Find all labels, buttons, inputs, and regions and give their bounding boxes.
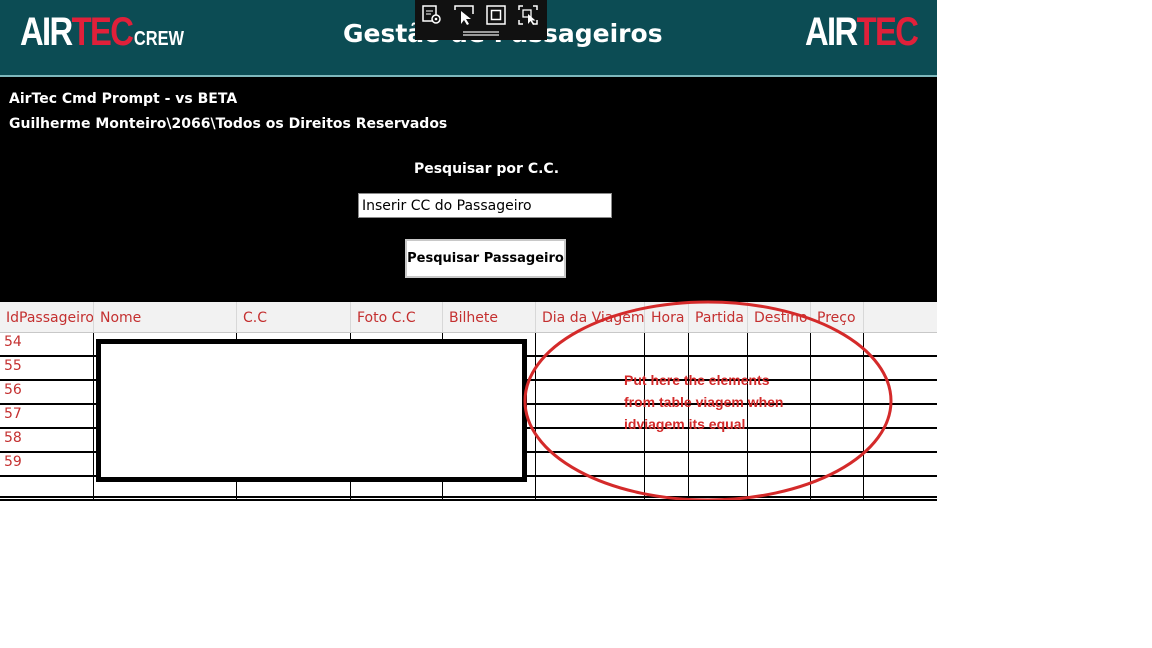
display-layout-icon[interactable] xyxy=(485,4,507,26)
app-window: AIRTECCREW Gestão de Passageiros AIRTEC … xyxy=(0,0,937,501)
column-header[interactable]: Preço xyxy=(811,302,864,332)
column-divider xyxy=(535,333,536,499)
header-bar: AIRTECCREW Gestão de Passageiros AIRTEC xyxy=(0,0,937,75)
column-header[interactable]: Destino xyxy=(748,302,811,332)
select-pointer-icon[interactable] xyxy=(453,4,475,26)
airtec-crew-logo: AIRTECCREW xyxy=(20,10,184,54)
debug-toolbar xyxy=(415,0,547,40)
passenger-id-cell: 59 xyxy=(4,454,22,470)
column-divider xyxy=(863,333,864,499)
column-header[interactable]: IdPassageiro xyxy=(0,302,94,332)
toolbar-grip[interactable] xyxy=(463,31,499,33)
airtec-logo: AIRTEC xyxy=(805,10,919,54)
column-header[interactable]: Foto C.C xyxy=(351,302,443,332)
search-passenger-button[interactable]: Pesquisar Passageiro xyxy=(405,239,566,278)
column-header[interactable]: Hora xyxy=(645,302,689,332)
passenger-id-cell: 54 xyxy=(4,334,22,350)
passenger-id-cell: 57 xyxy=(4,406,22,422)
annotation-note: Put here the elements from table viagem … xyxy=(624,369,834,435)
search-label: Pesquisar por C.C. xyxy=(413,161,560,177)
passenger-id-cell: 56 xyxy=(4,382,22,398)
redacted-area xyxy=(96,339,527,482)
select-element-icon[interactable] xyxy=(421,4,443,26)
grid-bottom-border xyxy=(0,496,937,498)
annotation-line: from table viagem when xyxy=(624,394,784,410)
annotation-line: idviagem its equal xyxy=(624,416,746,432)
column-header[interactable]: Partida xyxy=(689,302,748,332)
column-divider xyxy=(93,333,94,499)
passenger-id-cell: 55 xyxy=(4,358,22,374)
cc-search-input[interactable] xyxy=(358,193,612,218)
app-version-text: AirTec Cmd Prompt - vs BETA xyxy=(9,91,238,107)
column-header[interactable]: Dia da Viagem xyxy=(536,302,645,332)
search-panel: AirTec Cmd Prompt - vs BETA Guilherme Mo… xyxy=(0,77,937,302)
copyright-text: Guilherme Monteiro\2066\Todos os Direito… xyxy=(9,116,448,132)
grid-header: IdPassageiro Nome C.C Foto C.C Bilhete Dia da… xyxy=(0,302,937,333)
track-focus-icon[interactable] xyxy=(517,4,539,26)
column-header[interactable]: Nome xyxy=(94,302,237,332)
column-header[interactable]: Bilhete xyxy=(443,302,536,332)
column-header[interactable]: C.C xyxy=(237,302,351,332)
passenger-id-cell: 58 xyxy=(4,430,22,446)
annotation-line: Put here the elements xyxy=(624,372,770,388)
